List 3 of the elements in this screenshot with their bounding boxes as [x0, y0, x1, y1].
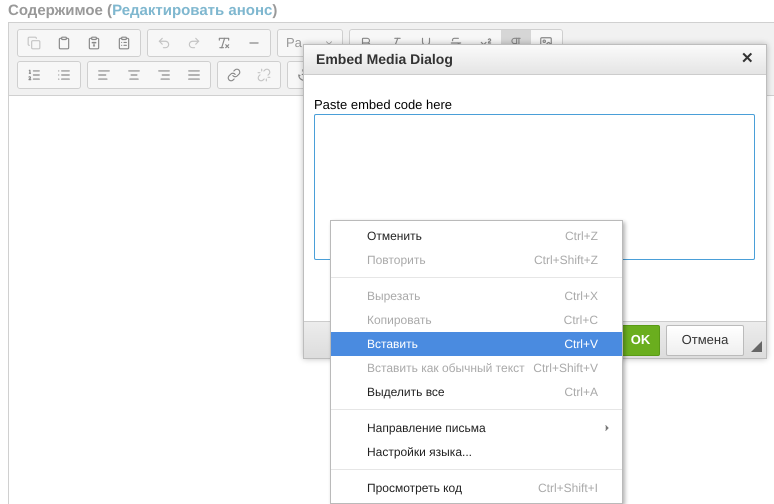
section-title: Содержимое (: [8, 2, 112, 19]
field-label: Paste embed code here: [314, 98, 454, 112]
parenthesis: ): [272, 2, 278, 19]
